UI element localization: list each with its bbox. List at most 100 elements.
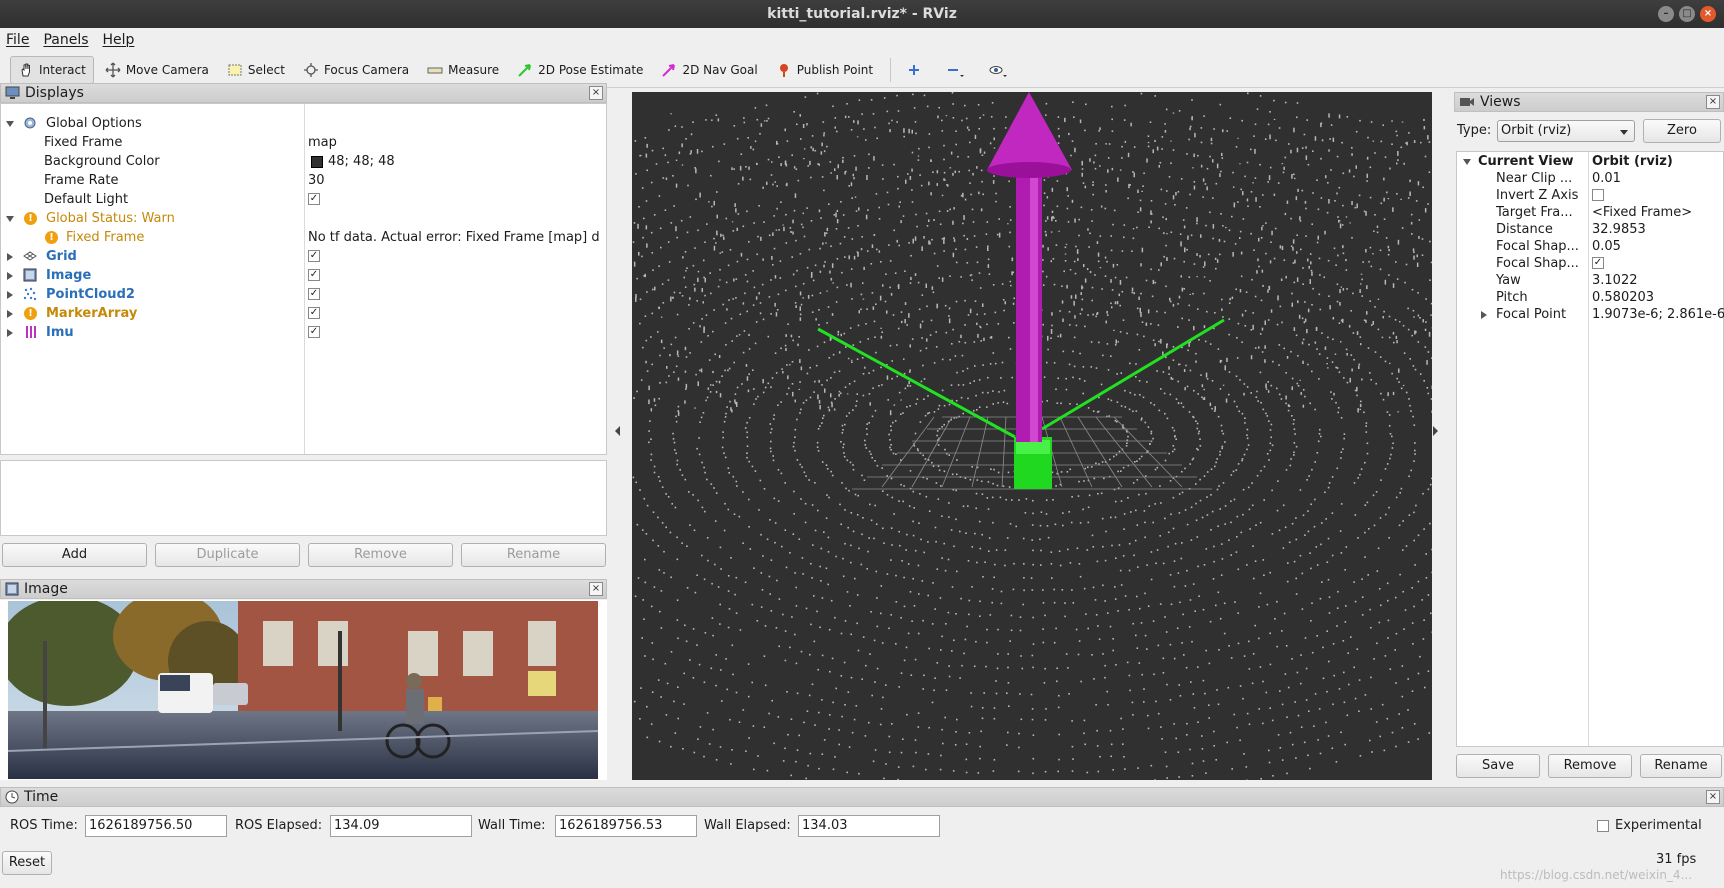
view-property-value[interactable]: <Fixed Frame> — [1592, 204, 1692, 221]
clock-icon — [5, 790, 19, 804]
grid-icon — [23, 251, 37, 261]
frame-rate-row[interactable]: Frame Rate 30 — [1, 172, 601, 189]
ros-time-field[interactable]: 1626189756.50 — [85, 815, 227, 837]
menu-file[interactable]: File — [6, 32, 29, 48]
remove-tool-button[interactable] — [938, 56, 977, 84]
default-light-checkbox[interactable]: ✓ — [308, 193, 320, 205]
close-icon[interactable]: × — [589, 582, 603, 596]
image-panel-header: Image × — [0, 579, 607, 599]
tool-focus-camera[interactable]: Focus Camera — [296, 56, 416, 84]
remove-display-button[interactable]: Remove — [308, 543, 453, 567]
pose-arrow-icon — [518, 63, 532, 77]
tool-2d-nav-goal[interactable]: 2D Nav Goal — [654, 56, 764, 84]
view-property-value[interactable]: 1.9073e-6; 2.861e-6 — [1592, 306, 1724, 323]
status-fixed-frame-row[interactable]: ! Fixed Frame No tf data. Actual error: … — [1, 229, 606, 246]
add-tool-button[interactable] — [899, 56, 934, 84]
display-enabled-checkbox[interactable]: ✓ — [308, 326, 320, 338]
display-item-grid[interactable]: Grid ✓ — [1, 248, 601, 265]
maximize-icon[interactable]: □ — [1679, 6, 1695, 22]
displays-panel-header: Displays × — [0, 83, 607, 103]
expand-arrow-icon[interactable] — [6, 216, 14, 222]
property-value[interactable]: 30 — [308, 172, 325, 189]
view-property-value[interactable]: 0.01 — [1592, 170, 1621, 187]
close-icon[interactable]: × — [589, 86, 603, 100]
minimize-icon[interactable]: – — [1658, 6, 1674, 22]
experimental-checkbox[interactable] — [1597, 820, 1609, 832]
close-icon[interactable]: × — [1700, 6, 1716, 22]
duplicate-display-button[interactable]: Duplicate — [155, 543, 300, 567]
wall-elapsed-field[interactable]: 134.03 — [798, 815, 940, 837]
rename-display-button[interactable]: Rename — [461, 543, 606, 567]
view-type-select[interactable]: Orbit (rviz) — [1497, 120, 1635, 142]
view-property-checkbox[interactable]: ✓ — [1592, 257, 1604, 269]
view-property-row[interactable]: Pitch 0.580203 — [1457, 289, 1723, 306]
close-icon[interactable]: × — [1706, 790, 1720, 804]
expand-arrow-icon[interactable] — [6, 121, 14, 127]
render-viewport[interactable] — [632, 92, 1432, 780]
global-options-row[interactable]: Global Options — [1, 115, 601, 132]
ros-elapsed-field[interactable]: 134.09 — [330, 815, 472, 837]
tool-move-camera[interactable]: Move Camera — [98, 56, 216, 84]
remove-view-button[interactable]: Remove — [1548, 754, 1632, 778]
collapse-right-icon[interactable] — [1431, 425, 1439, 437]
display-item-image[interactable]: Image ✓ — [1, 267, 601, 284]
focus-camera-icon — [303, 62, 318, 77]
reset-button[interactable]: Reset — [2, 851, 52, 875]
expand-arrow-icon[interactable] — [7, 310, 13, 318]
display-item-imu[interactable]: Imu ✓ — [1, 324, 601, 341]
display-item-markerarray[interactable]: ! MarkerArray ✓ — [1, 305, 601, 322]
add-display-button[interactable]: Add — [2, 543, 147, 567]
global-status-row[interactable]: ! Global Status: Warn — [1, 210, 601, 227]
tool-select[interactable]: Select — [220, 56, 292, 84]
view-property-value[interactable]: 3.1022 — [1592, 272, 1638, 289]
collapse-left-icon[interactable] — [614, 425, 622, 437]
display-item-label: PointCloud2 — [46, 287, 135, 302]
view-property-row[interactable]: Focal Shap... ✓ — [1457, 255, 1723, 272]
menu-panels[interactable]: Panels — [43, 32, 88, 48]
view-tool-button[interactable] — [981, 56, 1020, 84]
expand-arrow-icon[interactable] — [1481, 311, 1487, 319]
current-view-row[interactable]: Current View Orbit (rviz) — [1457, 153, 1723, 170]
expand-arrow-icon[interactable] — [7, 329, 13, 337]
view-property-row[interactable]: Near Clip ... 0.01 — [1457, 170, 1723, 187]
expand-arrow-icon[interactable] — [7, 291, 13, 299]
display-item-pointcloud2[interactable]: PointCloud2 ✓ — [1, 286, 601, 303]
expand-arrow-icon[interactable] — [1463, 159, 1471, 165]
property-value[interactable]: map — [308, 134, 337, 151]
zero-button[interactable]: Zero — [1643, 119, 1721, 143]
view-property-row[interactable]: Target Fra... <Fixed Frame> — [1457, 204, 1723, 221]
view-property-row[interactable]: Distance 32.9853 — [1457, 221, 1723, 238]
view-property-value[interactable]: 0.05 — [1592, 238, 1621, 255]
point-cloud-render — [632, 92, 1432, 780]
rename-view-button[interactable]: Rename — [1640, 754, 1722, 778]
display-enabled-checkbox[interactable]: ✓ — [308, 288, 320, 300]
background-color-row[interactable]: Background Color 48; 48; 48 — [1, 153, 601, 170]
view-property-row[interactable]: Focal Point 1.9073e-6; 2.861e-6 — [1457, 306, 1724, 323]
color-swatch[interactable] — [311, 156, 323, 168]
window-title: kitti_tutorial.rviz* - RViz — [767, 6, 957, 22]
view-property-row[interactable]: Yaw 3.1022 — [1457, 272, 1723, 289]
property-value[interactable]: 48; 48; 48 — [328, 153, 395, 170]
tool-measure[interactable]: Measure — [420, 56, 506, 84]
save-view-button[interactable]: Save — [1456, 754, 1540, 778]
wall-time-field[interactable]: 1626189756.53 — [555, 815, 697, 837]
display-enabled-checkbox[interactable]: ✓ — [308, 269, 320, 281]
close-icon[interactable]: × — [1706, 95, 1720, 109]
monitor-icon — [5, 86, 20, 99]
fixed-frame-row[interactable]: Fixed Frame map — [1, 134, 601, 151]
default-light-row[interactable]: Default Light ✓ — [1, 191, 601, 208]
display-enabled-checkbox[interactable]: ✓ — [308, 307, 320, 319]
expand-arrow-icon[interactable] — [7, 253, 13, 261]
tool-interact[interactable]: Interact — [10, 55, 94, 84]
display-enabled-checkbox[interactable]: ✓ — [308, 250, 320, 262]
view-property-row[interactable]: Focal Shap... 0.05 — [1457, 238, 1723, 255]
view-property-row[interactable]: Invert Z Axis — [1457, 187, 1723, 204]
tool-2d-pose-estimate[interactable]: 2D Pose Estimate — [510, 56, 650, 84]
menu-help[interactable]: Help — [103, 32, 135, 48]
view-property-checkbox[interactable] — [1592, 189, 1604, 201]
view-property-value[interactable]: 0.580203 — [1592, 289, 1654, 306]
view-property-value[interactable]: 32.9853 — [1592, 221, 1646, 238]
current-view-label: Current View — [1478, 154, 1574, 169]
expand-arrow-icon[interactable] — [7, 272, 13, 280]
tool-publish-point[interactable]: Publish Point — [769, 56, 880, 84]
